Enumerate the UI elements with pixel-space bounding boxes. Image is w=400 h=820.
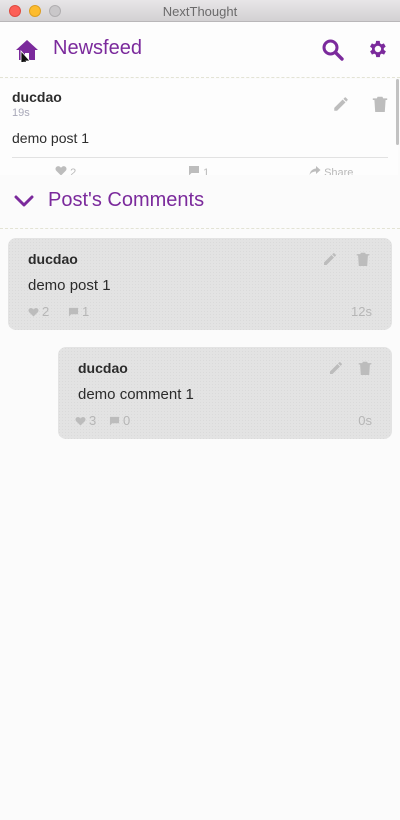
comments-header: Post's Comments — [0, 175, 400, 229]
comment-icon — [189, 166, 199, 175]
original-post-bubble: ducdao demo post 1 2 1 12s — [8, 238, 392, 330]
collapse-comments-button[interactable] — [14, 194, 34, 208]
trash-icon — [358, 361, 372, 375]
settings-button[interactable] — [366, 38, 388, 60]
comment-icon — [109, 416, 120, 426]
comment-like-count: 3 — [89, 413, 97, 428]
original-timestamp: 12s — [351, 304, 372, 319]
pencil-icon — [330, 362, 342, 374]
share-icon — [309, 166, 321, 175]
heart-icon — [75, 416, 86, 426]
delete-original-button[interactable] — [356, 251, 370, 267]
bubble-author[interactable]: ducdao — [28, 251, 78, 267]
post-comment-count: 1 — [203, 167, 210, 175]
bubble-text: demo post 1 — [28, 277, 111, 294]
post-divider — [12, 157, 388, 158]
post-actions: 2 1 Share — [0, 165, 398, 175]
heart-icon — [55, 166, 67, 175]
trash-icon — [356, 252, 370, 266]
original-comment-count: 1 — [82, 304, 90, 319]
chevron-down-icon — [14, 195, 34, 207]
edit-comment-button[interactable] — [328, 360, 344, 376]
gear-icon — [370, 40, 386, 58]
post-comment-button[interactable]: 1 — [188, 165, 209, 175]
comment-icon — [68, 307, 79, 317]
comment-bubble: ducdao demo comment 1 3 0 0s — [58, 347, 392, 439]
pencil-icon — [334, 97, 348, 111]
post-author[interactable]: ducdao — [12, 89, 62, 105]
search-icon — [322, 39, 344, 61]
search-button[interactable] — [321, 38, 345, 62]
post-timestamp: 19s — [12, 107, 30, 119]
post-like-button[interactable]: 2 — [55, 165, 76, 175]
comments-title: Post's Comments — [48, 189, 205, 211]
comment-reply-button[interactable]: 0 — [109, 413, 131, 428]
app-header: Newsfeed — [0, 22, 400, 78]
window-titlebar: NextThought — [0, 0, 400, 22]
comment-timestamp: 0s — [358, 413, 372, 428]
pencil-icon — [324, 253, 336, 265]
post-like-count: 2 — [70, 167, 77, 175]
home-button[interactable] — [14, 38, 40, 62]
post-share-label: Share — [324, 167, 354, 175]
delete-post-button[interactable] — [372, 95, 388, 113]
original-like-count: 2 — [42, 304, 50, 319]
edit-post-button[interactable] — [332, 95, 350, 113]
post-body: demo post 1 — [12, 130, 90, 146]
original-comment-button[interactable]: 1 — [68, 304, 90, 319]
delete-comment-button[interactable] — [358, 360, 372, 376]
window-title: NextThought — [162, 4, 238, 19]
heart-icon — [28, 307, 39, 317]
post-share-button[interactable]: Share — [309, 165, 353, 175]
comment-like-button[interactable]: 3 — [75, 413, 97, 428]
comment-author[interactable]: ducdao — [78, 360, 128, 376]
edit-original-button[interactable] — [322, 251, 338, 267]
trash-icon — [372, 96, 388, 112]
original-like-button[interactable]: 2 — [28, 304, 50, 319]
comment-reply-count: 0 — [123, 413, 131, 428]
home-icon — [16, 40, 38, 62]
post-scrollbar[interactable] — [396, 79, 399, 145]
post-card: ducdao 19s demo post 1 2 1 Share — [0, 79, 398, 175]
page-title: Newsfeed — [53, 37, 142, 59]
comment-text: demo comment 1 — [78, 386, 194, 403]
